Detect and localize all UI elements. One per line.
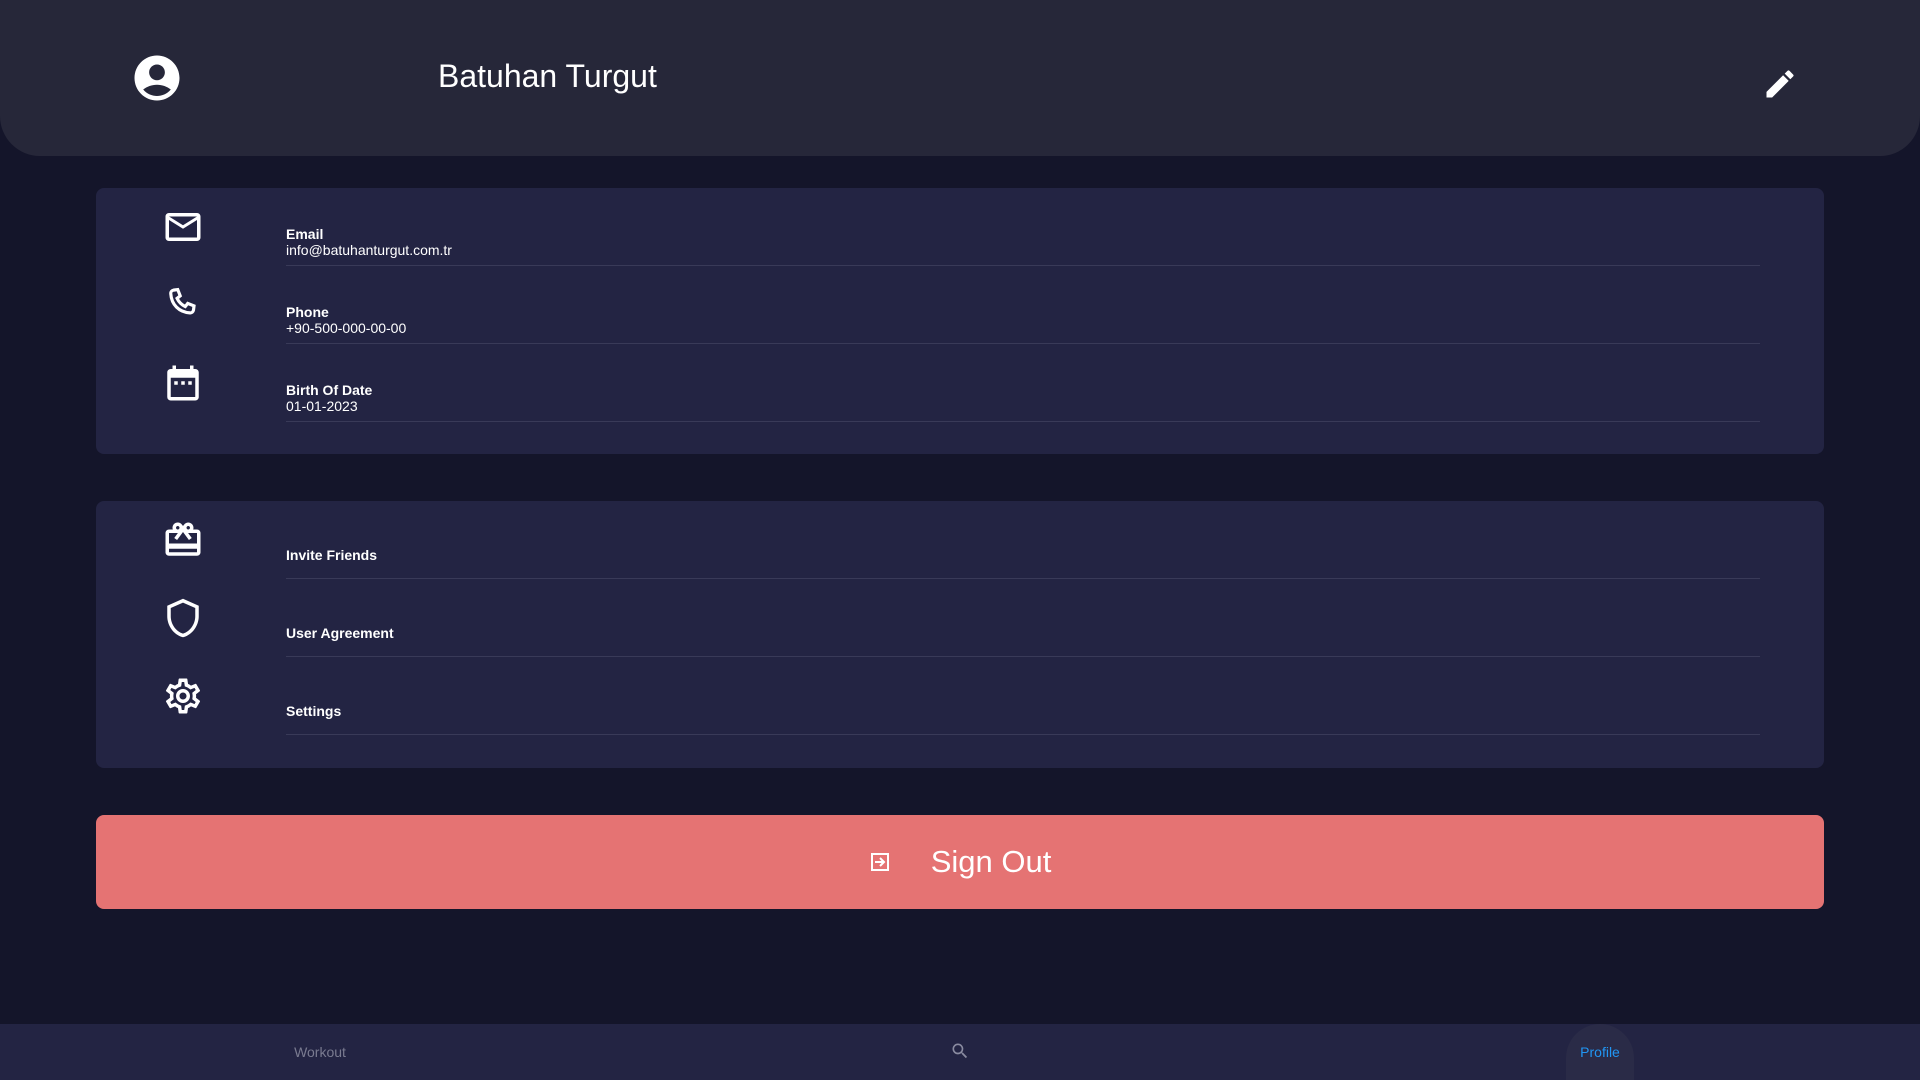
sign-out-button[interactable]: Sign Out bbox=[96, 815, 1824, 909]
nav-tab-workout[interactable]: Workout bbox=[270, 1024, 370, 1080]
email-icon bbox=[160, 204, 206, 250]
profile-label: Profile bbox=[1580, 1044, 1620, 1060]
bottom-navigation: Workout Profile bbox=[0, 1024, 1920, 1080]
nav-tab-profile[interactable]: Profile bbox=[1566, 1024, 1634, 1080]
info-row-email: Email info@batuhanturgut.com.tr bbox=[160, 188, 1760, 266]
edit-profile-button[interactable] bbox=[1760, 66, 1800, 106]
user-name: Batuhan Turgut bbox=[438, 58, 657, 94]
settings-label: Settings bbox=[286, 703, 342, 719]
pencil-icon bbox=[1762, 66, 1798, 107]
email-value: info@batuhanturgut.com.tr bbox=[286, 242, 452, 258]
workout-label: Workout bbox=[294, 1044, 346, 1060]
search-icon bbox=[950, 1041, 970, 1064]
phone-icon bbox=[160, 282, 206, 328]
info-row-phone: Phone +90-500-000-00-00 bbox=[160, 266, 1760, 344]
sign-out-icon bbox=[869, 851, 891, 873]
divider bbox=[286, 734, 1760, 735]
menu-item-user-agreement[interactable]: User Agreement bbox=[160, 579, 1760, 657]
divider bbox=[286, 421, 1760, 422]
account-circle-icon bbox=[130, 51, 184, 105]
sign-out-label: Sign Out bbox=[930, 844, 1052, 879]
shield-icon bbox=[160, 595, 206, 641]
gift-card-icon bbox=[160, 517, 206, 563]
user-agreement-label: User Agreement bbox=[286, 625, 394, 641]
nav-tab-search[interactable] bbox=[940, 1024, 980, 1080]
phone-value: +90-500-000-00-00 bbox=[286, 320, 407, 336]
phone-label: Phone bbox=[286, 304, 329, 320]
menu-item-invite-friends[interactable]: Invite Friends bbox=[160, 501, 1760, 579]
email-label: Email bbox=[286, 226, 324, 242]
profile-header: Batuhan Turgut bbox=[0, 0, 1920, 156]
gear-icon bbox=[160, 673, 206, 719]
birth-date-label: Birth Of Date bbox=[286, 382, 373, 398]
calendar-icon bbox=[160, 360, 206, 406]
contact-info-card: Email info@batuhanturgut.com.tr Phone +9… bbox=[96, 188, 1824, 454]
info-row-birth-date: Birth Of Date 01-01-2023 bbox=[160, 344, 1760, 422]
invite-friends-label: Invite Friends bbox=[286, 547, 378, 563]
menu-item-settings[interactable]: Settings bbox=[160, 657, 1760, 735]
menu-card: Invite Friends User Agreement Settings bbox=[96, 501, 1824, 768]
birth-date-value: 01-01-2023 bbox=[286, 398, 358, 414]
